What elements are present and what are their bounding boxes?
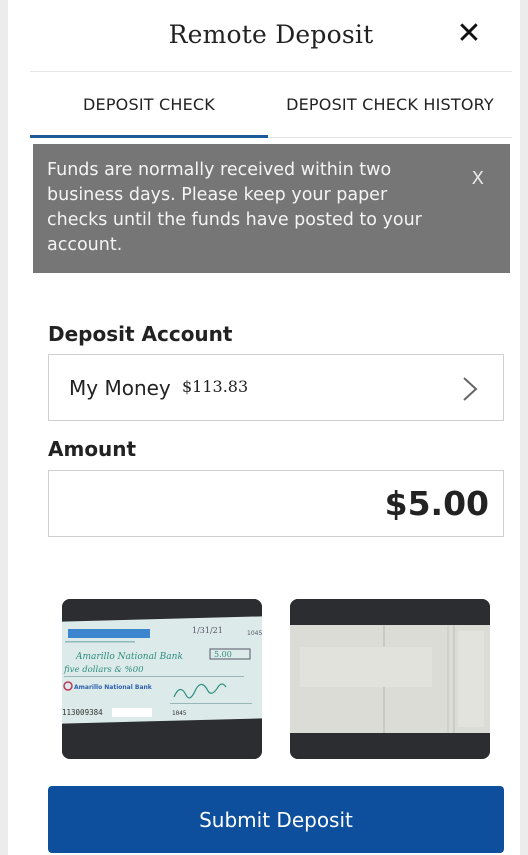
header: Remote Deposit ✕ — [30, 0, 512, 72]
amount-label: Amount — [48, 437, 137, 461]
account-balance: $113.83 — [182, 377, 249, 396]
check-back-image[interactable] — [290, 599, 490, 759]
check-front-image[interactable]: 1/31/21 1045 5.00 Amarillo National Bank… — [62, 599, 262, 759]
tab-bar: DEPOSIT CHECK DEPOSIT CHECK HISTORY — [30, 72, 512, 138]
chevron-right-icon — [463, 377, 478, 401]
check-amount-box: 5.00 — [214, 650, 232, 659]
amount-field-wrapper — [48, 470, 504, 537]
tab-label: DEPOSIT CHECK — [83, 95, 215, 114]
check-micr-number: 1045 — [172, 710, 187, 717]
amount-input[interactable] — [49, 471, 503, 536]
page-title: Remote Deposit — [168, 20, 374, 49]
check-bank-name: Amarillo National Bank — [74, 684, 153, 691]
active-tab-indicator — [30, 135, 268, 138]
check-written-amount: five dollars & %00 — [63, 665, 144, 675]
tab-label: DEPOSIT CHECK HISTORY — [286, 95, 494, 114]
submit-deposit-button[interactable]: Submit Deposit — [48, 786, 504, 853]
banner-message: Funds are normally received within two b… — [47, 160, 422, 255]
check-date: 1/31/21 — [192, 626, 223, 635]
close-icon[interactable]: ✕ — [452, 14, 486, 54]
info-banner: Funds are normally received within two b… — [33, 144, 510, 273]
tab-deposit-check-history[interactable]: DEPOSIT CHECK HISTORY — [268, 72, 512, 138]
account-name: My Money — [69, 376, 171, 400]
deposit-account-label: Deposit Account — [48, 322, 233, 346]
tab-deposit-check[interactable]: DEPOSIT CHECK — [30, 72, 268, 138]
check-micr-line: 113009384 — [62, 708, 103, 717]
banner-dismiss-icon[interactable]: X — [472, 168, 484, 189]
check-number: 1045 — [247, 630, 262, 637]
check-payee-line: Amarillo National Bank — [75, 652, 183, 662]
deposit-account-select[interactable]: My Money $113.83 — [48, 354, 504, 421]
